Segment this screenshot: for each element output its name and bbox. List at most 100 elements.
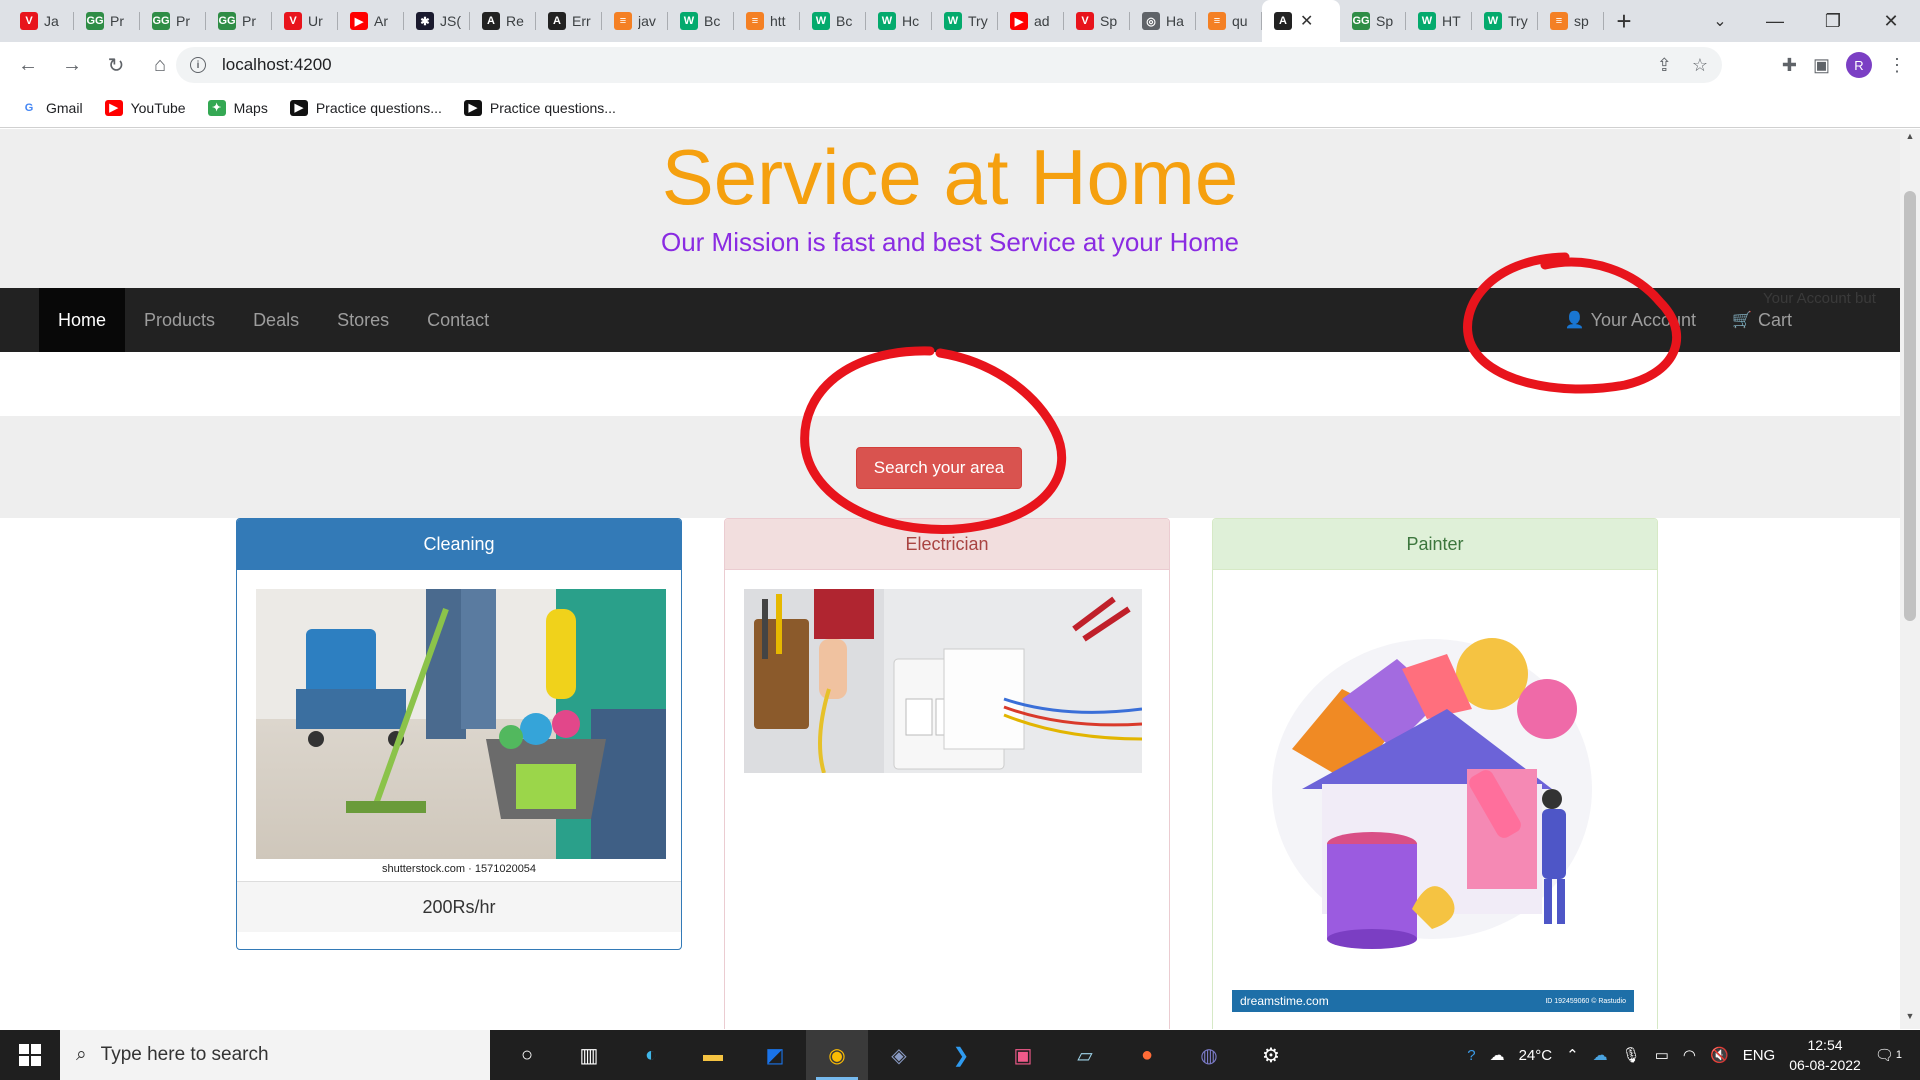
minimize-icon[interactable]: — [1746, 0, 1804, 42]
user-icon: 👤 [1564, 312, 1585, 329]
browser-tab[interactable]: V Sp [1064, 0, 1130, 42]
share-icon[interactable]: ⇪ [1657, 55, 1672, 76]
bookmark-item[interactable]: ✦ Maps [207, 99, 268, 116]
browser-tab[interactable]: W Try [1472, 0, 1538, 42]
nav-link-stores[interactable]: Stores [318, 288, 408, 352]
bookmark-star-icon[interactable]: ☆ [1692, 55, 1708, 76]
page-scrollbar[interactable]: ▲ ▼ [1900, 129, 1920, 1029]
youtube-icon: ▶ [350, 12, 368, 30]
browser-tab[interactable]: ✱ JS( [404, 0, 470, 42]
tab-label: Pr [242, 13, 256, 29]
vscode-icon[interactable]: ❯ [930, 1030, 992, 1080]
weather-temp[interactable]: 24°C [1519, 1047, 1553, 1064]
electrician-image [744, 589, 1142, 773]
file-explorer-icon[interactable]: ▬ [682, 1030, 744, 1080]
w3-icon: W [1484, 12, 1502, 30]
bookmark-item[interactable]: ▶ YouTube [104, 99, 186, 116]
address-bar[interactable]: i localhost:4200 ⇪ ☆ [176, 47, 1722, 83]
browser-tab[interactable]: W Hc [866, 0, 932, 42]
browser-tab[interactable]: ≡ htt [734, 0, 800, 42]
eclipse-ide-icon[interactable]: ◍ [1178, 1030, 1240, 1080]
browser-tab[interactable]: W Bc [668, 0, 734, 42]
notifications-icon[interactable]: 🗨 [1875, 1046, 1894, 1064]
url-text[interactable]: localhost:4200 [222, 55, 332, 75]
chevron-up-icon[interactable]: ⌃ [1566, 1046, 1579, 1064]
nav-link-contact[interactable]: Contact [408, 288, 508, 352]
browser-tab[interactable]: V Ur [272, 0, 338, 42]
outlook-icon[interactable]: ◩ [744, 1030, 806, 1080]
tab-label: Bc [704, 13, 721, 29]
microphone-icon[interactable]: 🎙 [1622, 1046, 1641, 1064]
battery-icon[interactable]: ▭ [1655, 1046, 1669, 1064]
menu-kebab-icon[interactable]: ⋮ [1888, 55, 1906, 76]
browser-tab[interactable]: A Re [470, 0, 536, 42]
onedrive-icon[interactable]: ☁ [1593, 1046, 1608, 1064]
browser-tab[interactable]: ▶ Ar [338, 0, 404, 42]
tab-search-icon[interactable]: ⌄ [1700, 0, 1740, 42]
weather-icon[interactable]: ☁ [1490, 1046, 1505, 1064]
browser-tab[interactable]: ≡ sp [1538, 0, 1604, 42]
task-view-icon[interactable]: ▥ [558, 1030, 620, 1080]
reload-icon[interactable]: ↻ [94, 42, 138, 88]
bookmark-label: Practice questions... [489, 99, 616, 116]
close-tab-icon[interactable]: ✕ [1300, 11, 1313, 31]
chrome-icon[interactable]: ◉ [806, 1030, 868, 1080]
browser-tab[interactable]: ▶ ad [998, 0, 1064, 42]
close-window-icon[interactable]: ✕ [1862, 0, 1920, 42]
restore-icon[interactable]: ❐ [1804, 0, 1862, 42]
browser-tab[interactable]: ◎ Ha [1130, 0, 1196, 42]
browser-tab[interactable]: ≡ jav [602, 0, 668, 42]
w3-icon: W [812, 12, 830, 30]
intellij-icon[interactable]: ▣ [992, 1030, 1054, 1080]
extensions-icon[interactable]: ✚ [1782, 55, 1797, 76]
forward-icon[interactable]: → [50, 42, 94, 88]
browser-tab[interactable]: GG Pr [140, 0, 206, 42]
browser-tab[interactable]: A Err [536, 0, 602, 42]
edge-icon[interactable]: ◐ [620, 1030, 682, 1080]
browser-tab[interactable]: GG Sp [1340, 0, 1406, 42]
scroll-thumb[interactable] [1904, 191, 1916, 621]
notepad-icon[interactable]: ▱ [1054, 1030, 1116, 1080]
painter-image [1232, 589, 1634, 989]
side-panel-icon[interactable]: ▣ [1813, 55, 1830, 76]
search-area-button[interactable]: Search your area [856, 447, 1022, 489]
jumbotron: Service at Home Our Mission is fast and … [0, 129, 1900, 288]
browser-tab[interactable]: A ✕ [1262, 0, 1340, 42]
browser-tab[interactable]: W Bc [800, 0, 866, 42]
postman-icon[interactable]: ● [1116, 1030, 1178, 1080]
settings-gear-icon[interactable]: ⚙ [1240, 1030, 1302, 1080]
help-icon[interactable]: ? [1467, 1047, 1475, 1064]
browser-tab[interactable]: V Ja [8, 0, 74, 42]
new-tab-button[interactable]: + [1604, 0, 1644, 42]
site-info-icon[interactable]: i [190, 57, 206, 73]
bookmark-item[interactable]: G Gmail [20, 99, 83, 116]
your-account-link[interactable]: 👤 Your Account [1547, 288, 1714, 352]
scroll-up-icon[interactable]: ▲ [1900, 131, 1920, 147]
nav-link-deals[interactable]: Deals [234, 288, 318, 352]
browser-tab[interactable]: ≡ qu [1196, 0, 1262, 42]
browser-tab[interactable]: GG Pr [206, 0, 272, 42]
scroll-down-icon[interactable]: ▼ [1900, 1011, 1920, 1027]
browser-tab[interactable]: GG Pr [74, 0, 140, 42]
profile-avatar[interactable]: R [1846, 52, 1872, 78]
windows-start-icon[interactable] [0, 1030, 60, 1080]
angular-icon: A [482, 12, 500, 30]
wifi-icon[interactable]: ◠ [1683, 1046, 1696, 1064]
back-icon[interactable]: ← [6, 42, 50, 88]
eclipse-icon[interactable]: ◈ [868, 1030, 930, 1080]
language-indicator[interactable]: ENG [1743, 1047, 1776, 1064]
cleaning-price: 200Rs/hr [237, 881, 681, 932]
bookmark-item[interactable]: ▶ Practice questions... [289, 99, 442, 116]
nav-link-home[interactable]: Home [39, 288, 126, 352]
cortana-icon[interactable]: ○ [496, 1030, 558, 1080]
search-band: Search your area [0, 416, 1900, 518]
bookmark-item[interactable]: ▶ Practice questions... [463, 99, 616, 116]
speaker-muted-icon[interactable]: 🔇 [1710, 1046, 1729, 1064]
tab-label: ad [1034, 13, 1050, 29]
nav-link-products[interactable]: Products [125, 288, 234, 352]
clock[interactable]: 12:54 06-08-2022 [1789, 1035, 1861, 1075]
browser-tab[interactable]: W Try [932, 0, 998, 42]
taskbar-search-box[interactable]: ⌕ Type here to search [60, 1030, 490, 1080]
painter-card-title: Painter [1213, 519, 1657, 570]
browser-tab[interactable]: W HT [1406, 0, 1472, 42]
